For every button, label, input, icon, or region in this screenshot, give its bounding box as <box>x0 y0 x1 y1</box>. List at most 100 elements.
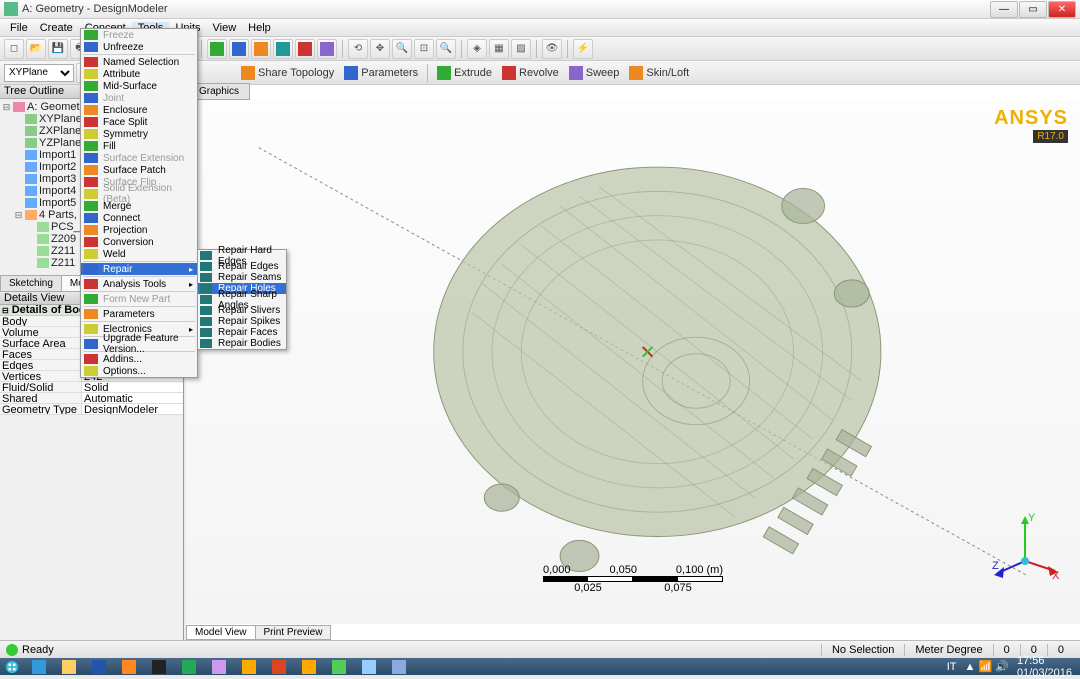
tools-menu: FreezeUnfreeze Named SelectionAttributeMi… <box>80 28 198 378</box>
menu-item-conversion[interactable]: Conversion <box>81 236 197 248</box>
tab-sketching[interactable]: Sketching <box>0 275 62 291</box>
taskbar-excel[interactable] <box>175 659 203 675</box>
menu-item-mid-surface[interactable]: Mid-Surface <box>81 80 197 92</box>
zoom-box-button[interactable]: 🔍 <box>436 39 456 59</box>
pan-button[interactable]: ✥ <box>370 39 390 59</box>
zoom-button[interactable]: 🔍 <box>392 39 412 59</box>
open-button[interactable]: 📂 <box>26 39 46 59</box>
menu-item-face-split[interactable]: Face Split <box>81 116 197 128</box>
pf-button[interactable] <box>295 39 315 59</box>
taskbar-app2[interactable] <box>385 659 413 675</box>
taskbar: IT ▲ 📶 🔊 17:5601/03/2016 <box>0 658 1080 675</box>
maximize-button[interactable]: ▭ <box>1019 1 1047 18</box>
menu-item-named-selection[interactable]: Named Selection <box>81 56 197 68</box>
svg-text:Z: Z <box>992 560 999 572</box>
menu-item-solid-extension-beta-: Solid Extension (Beta) <box>81 188 197 200</box>
look-button[interactable]: 👁 <box>542 39 562 59</box>
taskbar-media[interactable] <box>115 659 143 675</box>
menu-item-freeze: Freeze <box>81 29 197 41</box>
window-title: A: Geometry - DesignModeler <box>22 3 989 15</box>
repair-item-repair-edges[interactable]: Repair Edges <box>198 261 286 272</box>
repair-item-repair-sharp-angles[interactable]: Repair Sharp Angles <box>198 294 286 305</box>
taskbar-cmd[interactable] <box>145 659 173 675</box>
menu-item-joint: Joint <box>81 92 197 104</box>
start-button[interactable] <box>0 658 24 675</box>
front-button[interactable]: ▦ <box>489 39 509 59</box>
repair-item-repair-seams: Repair Seams <box>198 272 286 283</box>
new-button[interactable]: ◻ <box>4 39 24 59</box>
share-topology-button[interactable]: Share Topology <box>237 66 338 80</box>
taskbar-ppt[interactable] <box>265 659 293 675</box>
vert-button[interactable] <box>207 39 227 59</box>
edge-button[interactable] <box>229 39 249 59</box>
iso-button[interactable]: ◈ <box>467 39 487 59</box>
taskbar-ansys[interactable] <box>235 659 263 675</box>
status-bar: Ready No Selection Meter Degree 0 0 0 <box>0 640 1080 658</box>
taskbar-ansys2[interactable] <box>295 659 323 675</box>
menu-item-surface-patch[interactable]: Surface Patch <box>81 164 197 176</box>
tab-print-preview[interactable]: Print Preview <box>255 625 332 640</box>
brand-logo: ANSYS R17.0 <box>994 107 1068 143</box>
repair-item-repair-spikes[interactable]: Repair Spikes <box>198 316 286 327</box>
menu-item-merge[interactable]: Merge <box>81 200 197 212</box>
zoom-fit-button[interactable]: ⊡ <box>414 39 434 59</box>
menu-item-weld[interactable]: Weld <box>81 248 197 260</box>
extrude-button[interactable]: Extrude <box>433 66 496 80</box>
menu-item-connect[interactable]: Connect <box>81 212 197 224</box>
viewport-tabs: Model View Print Preview <box>186 625 330 640</box>
save-button[interactable]: 💾 <box>48 39 68 59</box>
details-row[interactable]: Geometry TypeDesignModeler <box>0 404 183 415</box>
svg-text:Y: Y <box>1028 512 1036 524</box>
tab-model-view[interactable]: Model View <box>186 625 256 640</box>
scale-bar: 0,0000,0500,100 (m) 0,0250,075 <box>543 564 723 594</box>
menu-item-addins-[interactable]: Addins... <box>81 353 197 365</box>
menu-item-analysis-tools[interactable]: Analysis Tools▸ <box>81 278 197 290</box>
taskbar-paint[interactable] <box>205 659 233 675</box>
parameters-button[interactable]: Parameters <box>340 66 422 80</box>
repair-item-repair-bodies[interactable]: Repair Bodies <box>198 338 286 349</box>
menu-item-unfreeze[interactable]: Unfreeze <box>81 41 197 53</box>
status-selection: No Selection <box>821 644 904 656</box>
menu-item-fill[interactable]: Fill <box>81 140 197 152</box>
menu-item-projection[interactable]: Projection <box>81 224 197 236</box>
taskbar-explorer[interactable] <box>55 659 83 675</box>
generate-button[interactable]: ⚡ <box>573 39 593 59</box>
viewport: Graphics <box>186 85 1080 640</box>
repair-item-repair-faces[interactable]: Repair Faces <box>198 327 286 338</box>
wire-button[interactable]: ▨ <box>511 39 531 59</box>
details-row[interactable]: Shared Topology MethodAutomatic <box>0 393 183 404</box>
repair-item-repair-hard-edges[interactable]: Repair Hard Edges <box>198 250 286 261</box>
face-button[interactable] <box>251 39 271 59</box>
details-row[interactable]: Fluid/SolidSolid <box>0 382 183 393</box>
sweep-button[interactable]: Sweep <box>565 66 624 80</box>
taskbar-ie[interactable] <box>25 659 53 675</box>
app-icon <box>4 2 18 16</box>
minimize-button[interactable]: — <box>990 1 1018 18</box>
menu-create[interactable]: Create <box>34 22 79 34</box>
pl-button[interactable] <box>317 39 337 59</box>
skinloft-button[interactable]: Skin/Loft <box>625 66 693 80</box>
taskbar-dm[interactable] <box>325 659 353 675</box>
close-button[interactable]: ✕ <box>1048 1 1076 18</box>
menu-item-attribute[interactable]: Attribute <box>81 68 197 80</box>
canvas-3d[interactable]: ANSYS R17.0 Y X Z 0,0000,0500,100 (m) 0,… <box>186 99 1080 624</box>
menu-item-repair[interactable]: Repair▸ <box>81 263 197 275</box>
menu-item-symmetry[interactable]: Symmetry <box>81 128 197 140</box>
menu-help[interactable]: Help <box>242 22 277 34</box>
menu-item-form-new-part: Form New Part <box>81 293 197 305</box>
plane-combo[interactable]: XYPlane <box>4 64 74 82</box>
menu-view[interactable]: View <box>207 22 243 34</box>
repair-item-repair-slivers[interactable]: Repair Slivers <box>198 305 286 316</box>
revolve-button[interactable]: Revolve <box>498 66 563 80</box>
menu-item-upgrade-feature-version-[interactable]: Upgrade Feature Version... <box>81 338 197 350</box>
menu-item-parameters[interactable]: Parameters <box>81 308 197 320</box>
taskbar-word[interactable] <box>85 659 113 675</box>
menu-item-enclosure[interactable]: Enclosure <box>81 104 197 116</box>
triad[interactable]: Y X Z <box>990 511 1060 584</box>
rotate-button[interactable]: ⟲ <box>348 39 368 59</box>
menu-file[interactable]: File <box>4 22 34 34</box>
menu-item-options-[interactable]: Options... <box>81 365 197 377</box>
svg-text:X: X <box>1052 570 1060 581</box>
taskbar-app1[interactable] <box>355 659 383 675</box>
body-button[interactable] <box>273 39 293 59</box>
